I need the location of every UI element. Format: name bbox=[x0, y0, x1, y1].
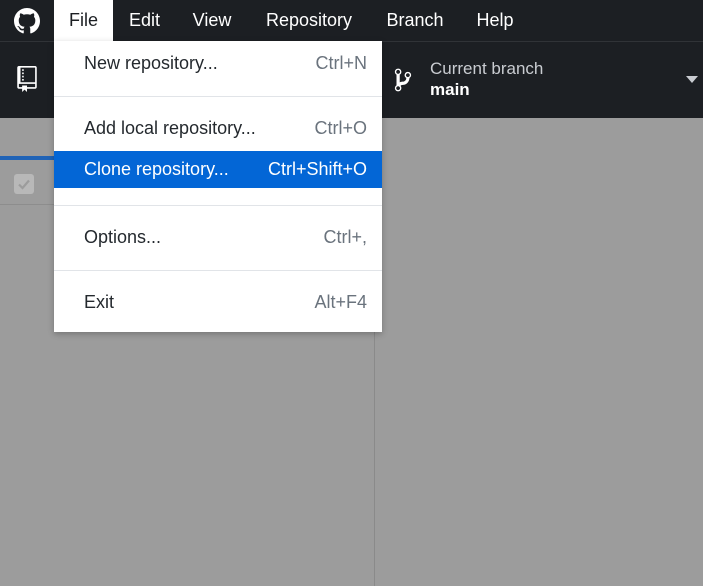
menu-item-label: New repository... bbox=[84, 53, 218, 73]
menu-separator bbox=[54, 205, 382, 206]
github-logo-icon bbox=[14, 8, 40, 34]
git-branch-icon bbox=[394, 68, 412, 92]
menu-item-label: Clone repository... bbox=[84, 159, 229, 179]
menu-item-exit[interactable]: Exit Alt+F4 bbox=[54, 284, 382, 321]
menu-repository[interactable]: Repository bbox=[248, 0, 370, 41]
menu-help[interactable]: Help bbox=[460, 0, 530, 41]
menu-view[interactable]: View bbox=[176, 0, 248, 41]
menu-item-label: Add local repository... bbox=[84, 118, 256, 138]
menu-item-shortcut: Alt+F4 bbox=[314, 292, 367, 312]
file-menu-dropdown: New repository... Ctrl+N Add local repos… bbox=[54, 41, 382, 332]
menu-item-new-repository[interactable]: New repository... Ctrl+N bbox=[54, 45, 382, 82]
current-branch-button[interactable]: Current branch main bbox=[375, 42, 703, 118]
menu-edit[interactable]: Edit bbox=[113, 0, 176, 41]
menu-bar: File Edit View Repository Branch Help bbox=[0, 0, 703, 41]
branch-name: main bbox=[430, 80, 470, 99]
repo-icon[interactable] bbox=[16, 66, 38, 92]
menu-item-add-local-repository[interactable]: Add local repository... Ctrl+O bbox=[54, 110, 382, 147]
menu-separator bbox=[54, 270, 382, 271]
menu-item-clone-repository[interactable]: Clone repository... Ctrl+Shift+O bbox=[54, 151, 382, 188]
menu-item-label: Options... bbox=[84, 227, 162, 247]
menu-item-options[interactable]: Options... Ctrl+, bbox=[54, 219, 382, 256]
menu-branch[interactable]: Branch bbox=[370, 0, 460, 41]
menu-item-shortcut: Ctrl+O bbox=[314, 118, 367, 138]
chevron-down-icon bbox=[686, 76, 698, 83]
menu-item-shortcut: Ctrl+, bbox=[323, 227, 367, 247]
select-all-checkbox[interactable] bbox=[14, 174, 34, 194]
tab-indicator bbox=[0, 156, 56, 160]
checkmark-icon bbox=[18, 179, 30, 190]
menu-item-label: Exit bbox=[84, 292, 115, 312]
diff-panel bbox=[375, 118, 703, 586]
menu-file[interactable]: File bbox=[54, 0, 113, 41]
branch-caption: Current branch bbox=[430, 59, 544, 78]
menu-separator bbox=[54, 96, 382, 97]
menu-item-shortcut: Ctrl+Shift+O bbox=[267, 159, 367, 179]
menu-item-shortcut: Ctrl+N bbox=[315, 53, 367, 73]
